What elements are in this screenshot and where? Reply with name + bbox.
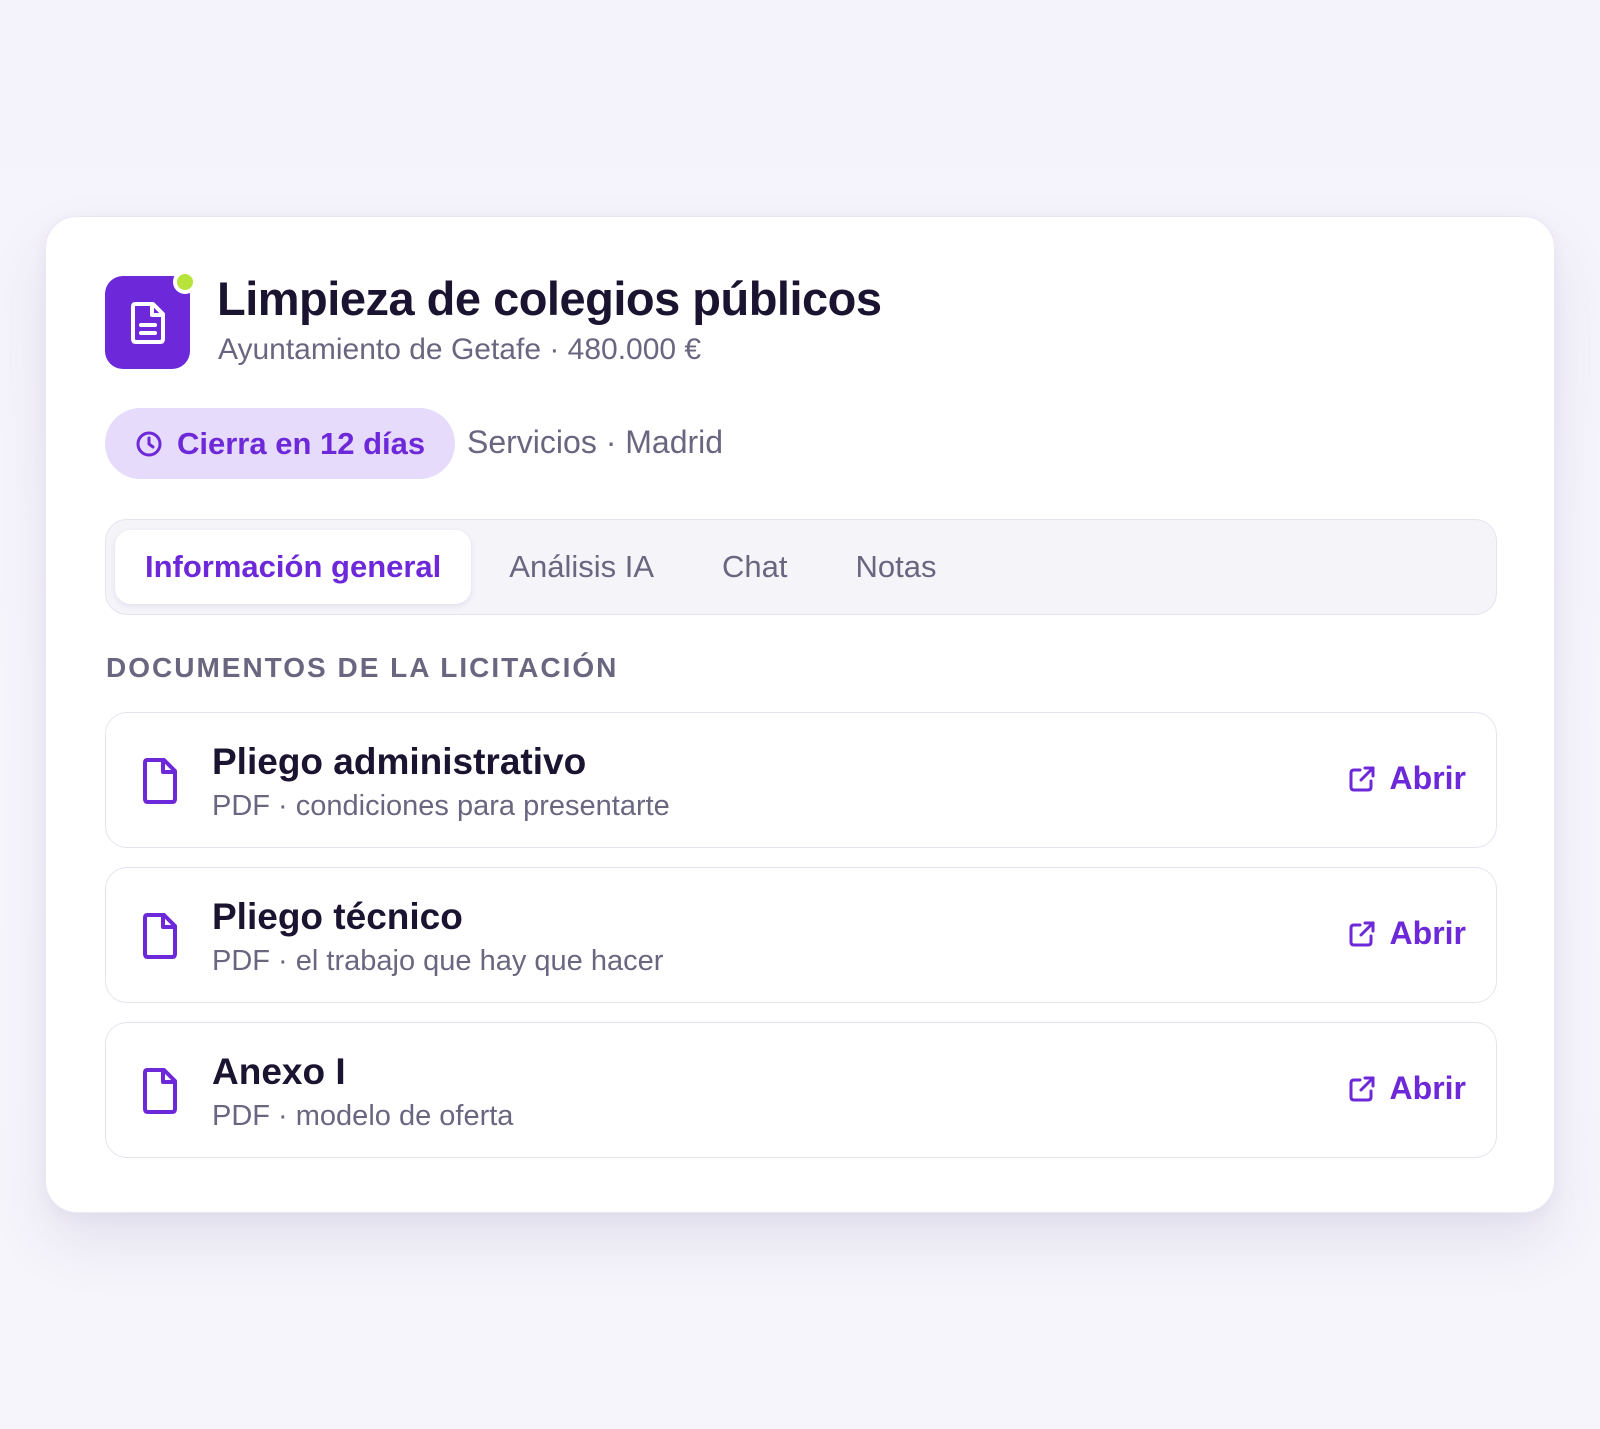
page-title: Limpieza de colegios públicos: [217, 272, 882, 325]
document-name: Pliego administrativo: [212, 741, 587, 782]
tab-bar: Información general Análisis IA Chat Not…: [105, 519, 1497, 615]
status-dot: [173, 270, 197, 294]
open-label: Abrir: [1389, 915, 1466, 951]
document-name: Pliego técnico: [212, 896, 463, 937]
section-title: DOCUMENTOS DE LA LICITACIÓN: [106, 652, 619, 683]
documents-list: Pliego administrativo PDF · condiciones …: [105, 712, 1497, 1177]
tender-document-icon: [105, 270, 197, 369]
deadline-label: Cierra en 12 días: [177, 425, 426, 461]
file-icon: [143, 1068, 177, 1114]
file-icon: [143, 758, 177, 804]
tab-analisis-ia[interactable]: Análisis IA: [479, 530, 684, 604]
external-link-icon: [1349, 1076, 1375, 1101]
document-row: Pliego técnico PDF · el trabajo que hay …: [105, 867, 1497, 1003]
open-document-button[interactable]: Abrir: [1348, 760, 1466, 797]
document-row: Anexo I PDF · modelo de oferta Abrir: [105, 1022, 1497, 1158]
open-document-button[interactable]: Abrir: [1348, 915, 1466, 952]
external-link-icon: [1349, 921, 1375, 946]
document-description: PDF · el trabajo que hay que hacer: [212, 945, 664, 977]
tab-chat[interactable]: Chat: [692, 530, 817, 604]
file-icon: [143, 913, 177, 959]
open-document-button[interactable]: Abrir: [1348, 1070, 1466, 1107]
document-description: PDF · modelo de oferta: [212, 1100, 514, 1132]
tender-card: Limpieza de colegios públicos Ayuntamien…: [45, 216, 1555, 1213]
clock-icon: [136, 431, 162, 456]
tab-notas[interactable]: Notas: [826, 530, 967, 604]
document-description: PDF · condiciones para presentarte: [212, 790, 670, 822]
open-label: Abrir: [1389, 760, 1466, 796]
open-label: Abrir: [1389, 1070, 1466, 1106]
document-icon: [130, 301, 165, 344]
external-link-icon: [1349, 766, 1375, 791]
deadline-badge: Cierra en 12 días: [105, 408, 456, 479]
document-name: Anexo I: [212, 1051, 346, 1092]
document-row: Pliego administrativo PDF · condiciones …: [105, 712, 1497, 848]
page-subtitle: Ayuntamiento de Getafe · 480.000 €: [218, 333, 702, 366]
tab-informacion-general[interactable]: Información general: [115, 530, 472, 604]
category-location: Servicios · Madrid: [467, 424, 724, 460]
